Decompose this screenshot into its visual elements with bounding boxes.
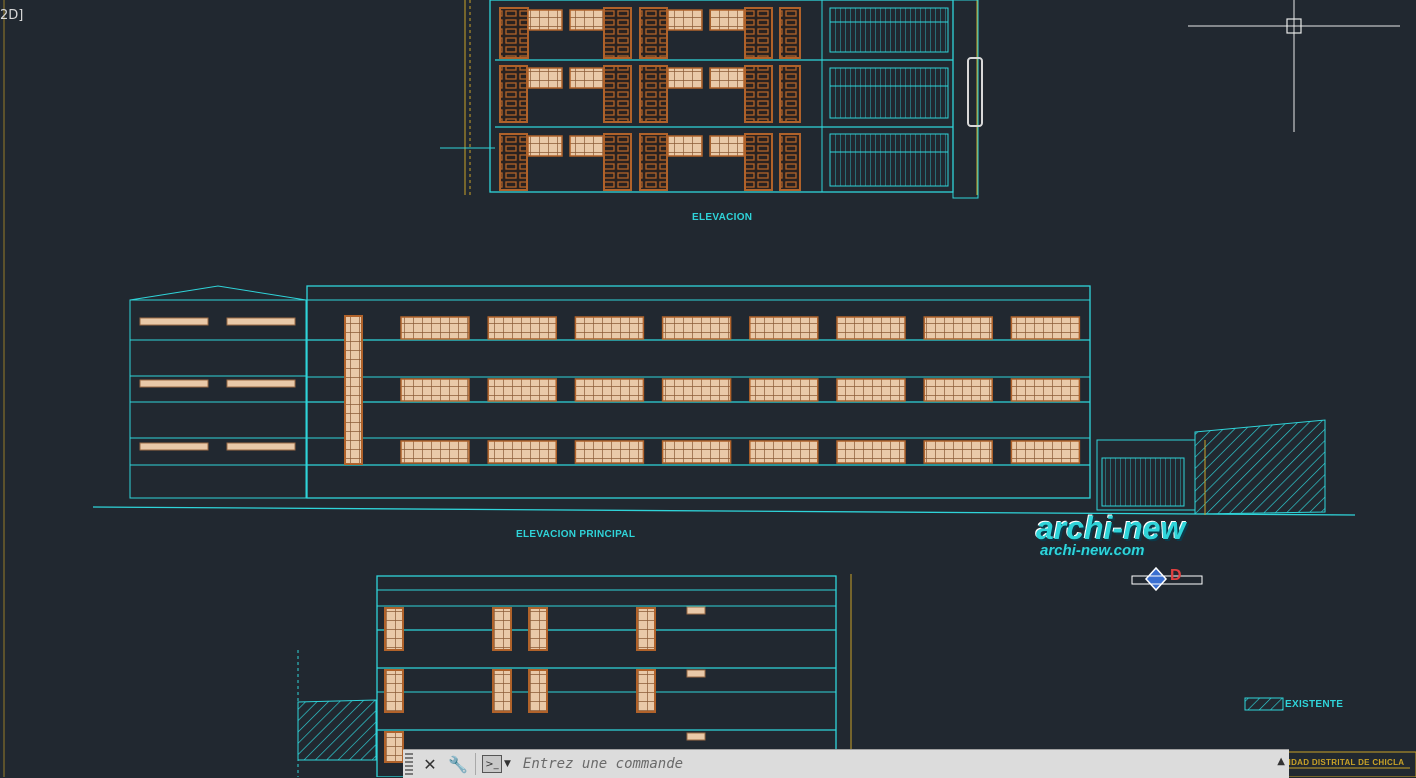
viewport-label[interactable]: 2D]: [0, 8, 23, 23]
window: [836, 440, 906, 464]
separator: [475, 753, 476, 775]
close-icon[interactable]: ✕: [419, 753, 441, 775]
window: [487, 440, 557, 464]
window: [400, 440, 470, 464]
window: [749, 378, 819, 402]
window: [487, 378, 557, 402]
window: [749, 316, 819, 340]
elevation-title: ELEVACION: [692, 212, 753, 223]
window: [1010, 378, 1081, 402]
chevron-down-icon[interactable]: ▼: [504, 759, 511, 769]
window: [1010, 440, 1081, 464]
window: [487, 316, 557, 340]
prompt-box-icon: >_: [482, 755, 502, 773]
window: [400, 378, 470, 402]
window: [400, 316, 470, 340]
drag-handle-icon[interactable]: [405, 753, 413, 775]
legend-existing-swatch: [1244, 697, 1284, 711]
legend-existing-label: EXISTENTE: [1285, 699, 1344, 710]
crosshair-cursor: [1188, 0, 1400, 132]
elevation-bottom-drawing: [297, 574, 852, 777]
watermark-url: archi-new.com: [1040, 542, 1145, 559]
watermark: archi-new archi-new.com D: [1034, 510, 1234, 600]
drawing-canvas[interactable]: [0, 0, 1416, 777]
command-prompt-icon[interactable]: >_ ▼: [482, 755, 511, 773]
command-input[interactable]: [520, 755, 1245, 773]
window: [923, 316, 993, 340]
command-line-bar[interactable]: ✕ 🔧 >_ ▼ ▲: [403, 749, 1289, 778]
window: [836, 378, 906, 402]
elevation-top-drawing: [440, 0, 983, 199]
watermark-logo-icon: D: [1130, 566, 1220, 594]
window: [749, 440, 819, 464]
window: [923, 378, 993, 402]
window: [574, 440, 645, 464]
window: [923, 440, 993, 464]
elevation-main-title: ELEVACION PRINCIPAL: [516, 529, 636, 540]
svg-text:D: D: [1170, 567, 1182, 584]
window: [661, 316, 732, 340]
window: [661, 378, 732, 402]
history-up-icon[interactable]: ▲: [1277, 756, 1285, 767]
wrench-icon[interactable]: 🔧: [447, 753, 469, 775]
window: [1010, 316, 1081, 340]
window: [836, 316, 906, 340]
window: [661, 440, 732, 464]
window: [574, 316, 645, 340]
window: [574, 378, 645, 402]
elevation-main-drawing: [92, 285, 1356, 516]
